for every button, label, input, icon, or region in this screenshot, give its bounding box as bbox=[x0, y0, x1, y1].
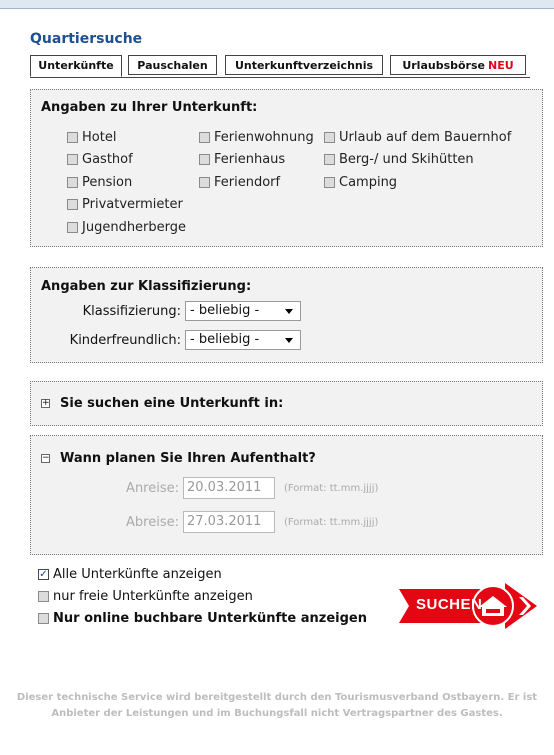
checkbox-feriendorf[interactable]: Feriendorf bbox=[199, 174, 280, 190]
checkbox-label: Berg-/ und Skihütten bbox=[339, 151, 474, 167]
stay-period-panel: − Wann planen Sie Ihren Aufenthalt? Anre… bbox=[30, 435, 543, 555]
checkbox-privatvermieter[interactable]: Privatvermieter bbox=[67, 196, 183, 212]
expand-icon[interactable]: + bbox=[41, 399, 50, 408]
select-value: - beliebig - bbox=[190, 332, 260, 347]
search-button-label: SUCHEN bbox=[416, 596, 483, 613]
checkbox-box[interactable] bbox=[324, 131, 335, 143]
tab-label: Unterkunftverzeichnis bbox=[234, 59, 374, 72]
collapse-icon[interactable]: − bbox=[41, 454, 50, 463]
arrival-row: Anreise: 20.03.2011 (Format: tt.mm.jjjj) bbox=[31, 477, 378, 499]
checkbox-box[interactable] bbox=[67, 176, 78, 188]
checkbox-label: Pension bbox=[82, 174, 133, 190]
dropdown-arrow-icon bbox=[285, 309, 293, 314]
checkbox-box[interactable] bbox=[324, 153, 335, 165]
departure-row: Abreise: 27.03.2011 (Format: tt.mm.jjjj) bbox=[31, 511, 378, 533]
option-online-bookable[interactable]: Nur online buchbare Unterkünfte anzeigen bbox=[38, 611, 367, 626]
checkbox-label: Jugendherberge bbox=[82, 219, 187, 235]
classification-label: Klassifizierung: bbox=[82, 303, 181, 319]
checkbox-pension[interactable]: Pension bbox=[67, 174, 132, 190]
checkbox-ferienwohnung[interactable]: Ferienwohnung bbox=[199, 129, 314, 145]
checkbox-jugendherberge[interactable]: Jugendherberge bbox=[67, 219, 186, 235]
search-button[interactable]: SUCHEN bbox=[397, 583, 537, 629]
checkbox-bauernhof[interactable]: Urlaub auf dem Bauernhof bbox=[324, 129, 511, 145]
departure-date-input[interactable]: 27.03.2011 bbox=[183, 511, 275, 533]
stay-period-header[interactable]: − Wann planen Sie Ihren Aufenthalt? bbox=[41, 451, 316, 466]
location-header[interactable]: + Sie suchen eine Unterkunft in: bbox=[41, 396, 283, 411]
checkbox-box[interactable] bbox=[67, 153, 78, 165]
checkbox-label: Gasthof bbox=[82, 151, 133, 167]
arrival-label: Anreise: bbox=[126, 480, 179, 496]
classification-heading: Angaben zur Klassifizierung: bbox=[41, 279, 252, 294]
checkbox-box[interactable] bbox=[38, 591, 49, 602]
location-panel: + Sie suchen eine Unterkunft in: bbox=[30, 381, 543, 426]
footer-disclaimer: Dieser technische Service wird bereitges… bbox=[0, 690, 554, 722]
checkbox-label: Urlaub auf dem Bauernhof bbox=[339, 129, 512, 145]
checkbox-box[interactable] bbox=[67, 198, 78, 210]
tab-urlaubsboerse[interactable]: Urlaubsbörse NEU bbox=[390, 55, 526, 75]
top-bar bbox=[0, 0, 554, 9]
location-heading: Sie suchen eine Unterkunft in: bbox=[60, 396, 284, 411]
checkbox-hotel[interactable]: Hotel bbox=[67, 129, 116, 145]
checkbox-gasthof[interactable]: Gasthof bbox=[67, 151, 133, 167]
arrival-date-input[interactable]: 20.03.2011 bbox=[183, 477, 275, 499]
checkbox-berghuetten[interactable]: Berg-/ und Skihütten bbox=[324, 151, 474, 167]
checkbox-checked-icon[interactable]: ✓ bbox=[38, 569, 49, 580]
option-all-accommodations[interactable]: ✓ Alle Unterkünfte anzeigen bbox=[38, 567, 222, 582]
tab-label: Pauschalen bbox=[137, 59, 208, 72]
accommodation-heading: Angaben zu Ihrer Unterkunft: bbox=[41, 100, 258, 115]
checkbox-label: Camping bbox=[339, 174, 398, 190]
child-friendly-label: Kinderfreundlich: bbox=[69, 332, 181, 348]
checkbox-label: Feriendorf bbox=[214, 174, 281, 190]
accommodation-type-panel: Angaben zu Ihrer Unterkunft: Hotel Gasth… bbox=[30, 89, 543, 247]
tab-bar: Unterkünfte Pauschalen Unterkunftverzeic… bbox=[30, 55, 530, 78]
tab-label: Urlaubsbörse bbox=[402, 59, 485, 72]
tab-pauschalen[interactable]: Pauschalen bbox=[128, 55, 217, 75]
new-badge: NEU bbox=[488, 59, 514, 72]
footer-line-1: Dieser technische Service wird bereitges… bbox=[16, 692, 538, 703]
checkbox-box[interactable] bbox=[199, 176, 210, 188]
arrival-format-hint: (Format: tt.mm.jjjj) bbox=[284, 482, 379, 494]
classification-select[interactable]: - beliebig - bbox=[185, 301, 301, 321]
footer-line-2: Anbieter der Leistungen und im Buchungsf… bbox=[51, 708, 503, 719]
child-friendly-select[interactable]: - beliebig - bbox=[185, 330, 301, 350]
departure-label: Abreise: bbox=[126, 514, 179, 530]
checkbox-box[interactable] bbox=[67, 131, 78, 143]
checkbox-label: Hotel bbox=[82, 129, 117, 145]
classification-panel: Angaben zur Klassifizierung: Klassifizie… bbox=[30, 267, 543, 363]
option-label: Nur online buchbare Unterkünfte anzeigen bbox=[53, 611, 367, 626]
tab-label: Unterkünfte bbox=[38, 59, 114, 72]
checkbox-box[interactable] bbox=[324, 176, 335, 188]
option-label: nur freie Unterkünfte anzeigen bbox=[53, 589, 253, 604]
checkbox-box[interactable] bbox=[199, 153, 210, 165]
departure-format-hint: (Format: tt.mm.jjjj) bbox=[284, 516, 379, 528]
select-value: - beliebig - bbox=[190, 303, 260, 318]
stay-period-heading: Wann planen Sie Ihren Aufenthalt? bbox=[60, 451, 316, 466]
checkbox-label: Ferienwohnung bbox=[214, 129, 314, 145]
classification-row: Klassifizierung: - beliebig - bbox=[41, 301, 301, 321]
checkbox-box[interactable] bbox=[38, 613, 49, 624]
tab-unterkunftverzeichnis[interactable]: Unterkunftverzeichnis bbox=[225, 55, 383, 75]
child-friendly-row: Kinderfreundlich: - beliebig - bbox=[41, 330, 301, 350]
tab-unterkuenfte[interactable]: Unterkünfte bbox=[30, 55, 122, 77]
option-free-only[interactable]: nur freie Unterkünfte anzeigen bbox=[38, 589, 253, 604]
page-title: Quartiersuche bbox=[30, 31, 143, 47]
dropdown-arrow-icon bbox=[285, 338, 293, 343]
option-label: Alle Unterkünfte anzeigen bbox=[53, 567, 222, 582]
checkbox-camping[interactable]: Camping bbox=[324, 174, 397, 190]
checkbox-ferienhaus[interactable]: Ferienhaus bbox=[199, 151, 285, 167]
checkbox-label: Privatvermieter bbox=[82, 196, 183, 212]
checkbox-box[interactable] bbox=[199, 131, 210, 143]
checkbox-label: Ferienhaus bbox=[214, 151, 286, 167]
checkbox-box[interactable] bbox=[67, 221, 78, 233]
